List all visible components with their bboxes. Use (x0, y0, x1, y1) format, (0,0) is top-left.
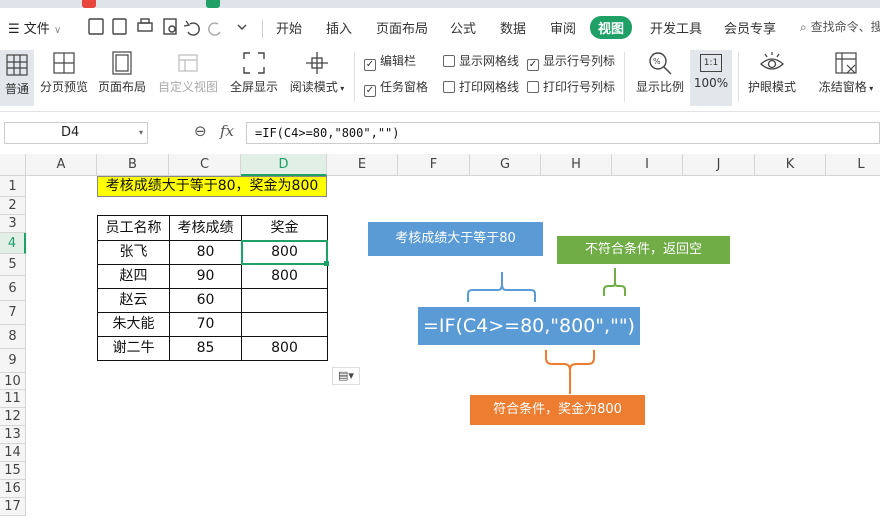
freeze-panes-button[interactable]: 冻结窗格 ▾ (816, 50, 876, 95)
tab-insert[interactable]: 插入 (326, 18, 352, 37)
formula-input[interactable]: =IF(C4>=80,"800","") (246, 122, 880, 144)
freeze-panes-icon (835, 52, 857, 74)
tab-formulas[interactable]: 公式 (450, 18, 476, 37)
tab-developer[interactable]: 开发工具 (650, 18, 702, 37)
save-icon (88, 18, 104, 35)
task-pane-label: 任务窗格 (380, 80, 429, 94)
customize-icon (237, 24, 247, 30)
brace-connectors (467, 268, 626, 394)
tab-data[interactable]: 数据 (500, 18, 526, 37)
custom-view-icon (178, 54, 198, 72)
true-value-brace (545, 350, 595, 394)
tab-indicator-green (206, 0, 220, 8)
normal-view-button[interactable]: 普通 (0, 50, 34, 106)
spreadsheet-grid: ABCDEFGHIJKL 1 2 3 4 5 6 7 8 9 10 11 12 13 14 15 16 17 考… (0, 154, 880, 530)
edit-bar-checkbox[interactable]: ✓ 编辑栏 (364, 52, 416, 71)
unchecked-box-icon (443, 55, 455, 67)
false-value-brace (603, 268, 626, 296)
grid-view-icon (6, 54, 28, 76)
dropdown-caret-icon: ▾ (866, 84, 874, 93)
tab-page-layout[interactable]: 页面布局 (376, 18, 428, 37)
eye-protection-label: 护眼模式 (747, 80, 796, 94)
custom-view-button[interactable]: 自定义视图 (156, 50, 220, 95)
file-menu[interactable]: ☰ 文件 ∨ (8, 18, 61, 37)
condition-brace (467, 272, 536, 302)
zoom-ratio-label: 显示比例 (635, 80, 684, 94)
eye-protection-button[interactable]: 护眼模式 (746, 50, 798, 95)
search-icon: ⌕ (800, 20, 807, 34)
unchecked-box-icon (443, 81, 455, 93)
custom-view-label: 自定义视图 (157, 80, 218, 94)
tab-home[interactable]: 开始 (276, 18, 302, 37)
page-break-preview-label: 分页预览 (39, 80, 88, 94)
page-layout-icon (112, 51, 132, 75)
tab-member[interactable]: 会员专享 (724, 18, 776, 37)
name-box[interactable]: D4 ▾ (4, 122, 148, 144)
quick-access-toolbar (86, 16, 256, 38)
svg-text:%: % (653, 57, 661, 66)
reading-mode-icon (306, 52, 328, 74)
dropdown-caret-icon: ▾ (337, 84, 345, 93)
page-break-preview-button[interactable]: 分页预览 (38, 50, 90, 95)
tab-indicator-red (82, 0, 96, 8)
name-box-value: D4 (61, 125, 80, 140)
ribbon-divider (738, 52, 739, 102)
zoom-100-label: 100% (693, 76, 729, 90)
checkmark-icon: ✓ (364, 85, 376, 97)
show-headers-label: 显示行号列标 (543, 54, 616, 68)
one-to-one-icon: 1:1 (700, 54, 722, 72)
normal-view-label: 普通 (4, 82, 29, 96)
command-search[interactable]: ⌕ 查找命令、搜 (800, 18, 880, 35)
print-icon (137, 22, 153, 32)
print-gridlines-checkbox[interactable]: 打印网格线 (443, 78, 519, 95)
chevron-down-icon: ▾ (138, 128, 143, 137)
menu-divider (262, 20, 263, 38)
show-gridlines-checkbox[interactable]: 显示网格线 (443, 52, 519, 69)
print-headers-label: 打印行号列标 (543, 80, 616, 94)
full-screen-button[interactable]: 全屏显示 (228, 50, 280, 95)
zoom-icon: % (649, 52, 672, 75)
checkmark-icon: ✓ (527, 59, 539, 71)
show-headers-checkbox[interactable]: ✓ 显示行号列标 (527, 52, 615, 71)
freeze-panes-label: 冻结窗格 (818, 80, 867, 94)
tab-review[interactable]: 审阅 (550, 18, 576, 37)
hamburger-icon: ☰ (8, 22, 20, 37)
ribbon-divider (354, 52, 355, 102)
formula-bar: D4 ▾ ⊖ fx =IF(C4>=80,"800","") (0, 112, 880, 154)
full-screen-icon (243, 52, 265, 74)
fx-icon[interactable]: fx (220, 122, 234, 140)
task-pane-checkbox[interactable]: ✓ 任务窗格 (364, 78, 428, 97)
edit-bar-label: 编辑栏 (380, 54, 417, 68)
eye-icon (760, 52, 784, 70)
print-gridlines-label: 打印网格线 (459, 80, 520, 94)
page-layout-view-button[interactable]: 页面布局 (96, 50, 148, 95)
reading-mode-button[interactable]: 阅读模式 ▾ (288, 50, 346, 95)
show-gridlines-label: 显示网格线 (459, 54, 520, 68)
print-headers-checkbox[interactable]: 打印行号列标 (527, 78, 615, 95)
zoom-ratio-button[interactable]: % 显示比例 (634, 50, 686, 95)
unchecked-box-icon (527, 81, 539, 93)
export-icon (112, 18, 127, 35)
page-break-icon (53, 52, 75, 74)
search-placeholder: 查找命令、搜 (810, 20, 880, 34)
checkmark-icon: ✓ (364, 59, 376, 71)
tab-view[interactable]: 视图 (590, 16, 633, 39)
page-layout-label: 页面布局 (97, 80, 146, 94)
view-ribbon: 普通 分页预览 页面布局 自定义视图 全屏显示 阅读模式 ▾ ✓ 编辑栏 ✓ 任务窗… (0, 46, 880, 112)
ribbon-divider (624, 52, 625, 102)
window-titlebar (0, 0, 880, 8)
chevron-down-icon: ∨ (53, 25, 62, 36)
formula-text: =IF(C4>=80,"800","") (255, 126, 400, 140)
zoom-100-button[interactable]: 1:1 100% (690, 50, 732, 106)
zoom-formula-icon[interactable]: ⊖ (194, 122, 207, 140)
file-menu-label: 文件 (23, 22, 50, 37)
redo-icon (208, 22, 221, 36)
menu-bar: ☰ 文件 ∨ 开始 插入 页面布局 公式 数据 审阅 视图 开发工具 会员专享 … (0, 8, 880, 46)
reading-mode-label: 阅读模式 (289, 80, 338, 94)
quick-access-icons (88, 18, 247, 36)
full-screen-label: 全屏显示 (229, 80, 278, 94)
